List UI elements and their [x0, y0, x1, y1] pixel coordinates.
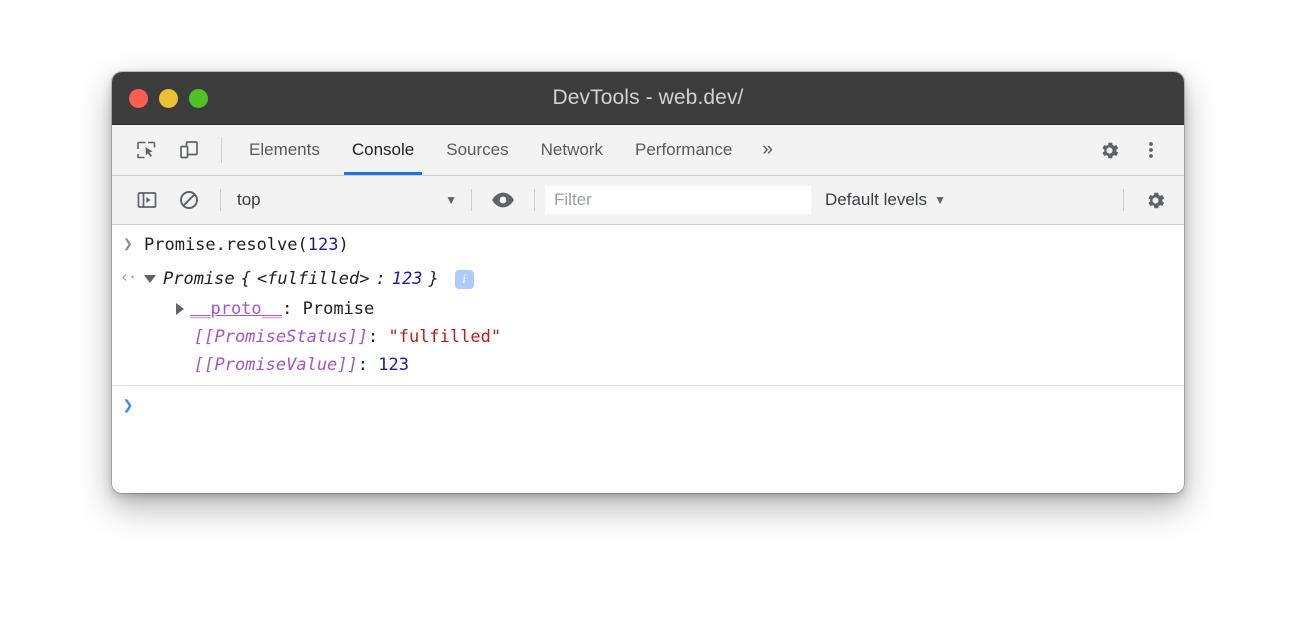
- promise-value-row[interactable]: [[PromiseValue]]: 123: [112, 351, 1184, 379]
- window-title: DevTools - web.dev/: [112, 72, 1184, 124]
- tab-performance[interactable]: Performance: [619, 125, 748, 175]
- inspect-element-icon[interactable]: [126, 125, 168, 175]
- command-prefix: Promise.resolve(: [144, 235, 308, 255]
- eye-icon[interactable]: [482, 176, 524, 224]
- panel-tabs: Elements Console Sources Network Perform…: [233, 125, 787, 175]
- execution-context-selector[interactable]: top ▼: [231, 190, 461, 210]
- chevron-down-icon: ▼: [445, 193, 457, 207]
- traffic-light-group: [112, 89, 208, 108]
- clear-console-icon[interactable]: [168, 176, 210, 224]
- filter-input[interactable]: [545, 186, 811, 214]
- tab-console[interactable]: Console: [336, 125, 430, 175]
- more-tabs-chevron-icon[interactable]: »: [748, 125, 787, 175]
- console-message-list[interactable]: ❯ Promise.resolve(123) ‹· Promise {<fulf…: [112, 225, 1184, 493]
- more-options-kebab-icon[interactable]: [1130, 139, 1172, 161]
- promise-status-row[interactable]: [[PromiseStatus]]: "fulfilled": [112, 323, 1184, 351]
- console-command-row[interactable]: ❯ Promise.resolve(123): [112, 225, 1184, 261]
- result-open-brace: {: [241, 269, 251, 289]
- tab-elements[interactable]: Elements: [233, 125, 336, 175]
- promise-value-sep: :: [358, 355, 378, 375]
- device-toolbar-icon[interactable]: [168, 125, 210, 175]
- result-state-sep: :: [376, 269, 386, 289]
- log-levels-selector[interactable]: Default levels ▼: [825, 190, 946, 210]
- console-sidebar-toggle-icon[interactable]: [126, 176, 168, 224]
- tabbar-spacer: [787, 125, 1065, 175]
- prompt-chevron-icon: ❯: [123, 395, 134, 416]
- console-toolbar-divider-4: [1123, 189, 1124, 211]
- promise-status-value: "fulfilled": [388, 327, 501, 347]
- screenshot-stage: DevTools - web.dev/ Elements Console: [0, 0, 1296, 640]
- console-toolbar: top ▼ Default levels ▼: [112, 176, 1184, 225]
- console-toolbar-divider-3: [534, 189, 535, 211]
- result-state-key: <fulfilled>: [257, 269, 370, 289]
- proto-value: Promise: [303, 299, 375, 319]
- promise-status-key: [[PromiseStatus]]: [194, 327, 368, 347]
- promise-value-value: 123: [378, 355, 409, 375]
- promise-status-sep: :: [368, 327, 388, 347]
- console-settings-gear-icon[interactable]: [1134, 176, 1176, 224]
- window-titlebar: DevTools - web.dev/: [112, 72, 1184, 125]
- prompt-marker: ❯: [112, 394, 144, 416]
- console-result-row[interactable]: ‹· Promise { <fulfilled>: 123} i: [112, 261, 1184, 295]
- chevron-down-icon: ▼: [934, 193, 946, 207]
- promise-value-key: [[PromiseValue]]: [194, 355, 358, 375]
- result-marker: ‹·: [112, 269, 144, 285]
- execution-context-value: top: [237, 190, 445, 210]
- tab-sources[interactable]: Sources: [430, 125, 524, 175]
- console-command-text: Promise.resolve(123): [144, 235, 349, 255]
- minimize-window-button[interactable]: [159, 89, 178, 108]
- info-badge-icon[interactable]: i: [455, 270, 474, 289]
- tab-network[interactable]: Network: [525, 125, 619, 175]
- proto-row[interactable]: __proto__: Promise: [112, 295, 1184, 323]
- console-prompt-row[interactable]: ❯: [112, 386, 1184, 424]
- tabbar-divider-left: [221, 137, 222, 163]
- console-result-header[interactable]: Promise { <fulfilled>: 123} i: [144, 269, 474, 289]
- result-state-value: 123: [392, 269, 423, 289]
- result-chevron-icon: ‹·: [120, 270, 136, 285]
- log-levels-label: Default levels: [825, 190, 927, 210]
- expand-triangle-right-icon[interactable]: [176, 303, 184, 315]
- result-class-name: Promise: [163, 269, 235, 289]
- console-toolbar-divider-1: [220, 189, 221, 211]
- proto-sep: :: [282, 299, 302, 319]
- settings-gear-icon[interactable]: [1088, 139, 1130, 162]
- command-arg: 123: [308, 235, 339, 255]
- devtools-tabbar: Elements Console Sources Network Perform…: [112, 125, 1184, 176]
- command-suffix: ): [338, 235, 348, 255]
- command-marker: ❯: [112, 235, 144, 252]
- close-window-button[interactable]: [129, 89, 148, 108]
- console-toolbar-divider-2: [471, 189, 472, 211]
- tabbar-right-actions: [1065, 125, 1184, 175]
- proto-key[interactable]: __proto__: [190, 299, 282, 319]
- devtools-window: DevTools - web.dev/ Elements Console: [112, 72, 1184, 493]
- command-chevron-icon: ❯: [123, 236, 133, 252]
- expand-triangle-down-icon[interactable]: [144, 275, 156, 283]
- result-close-brace: }: [428, 269, 438, 289]
- maximize-window-button[interactable]: [189, 89, 208, 108]
